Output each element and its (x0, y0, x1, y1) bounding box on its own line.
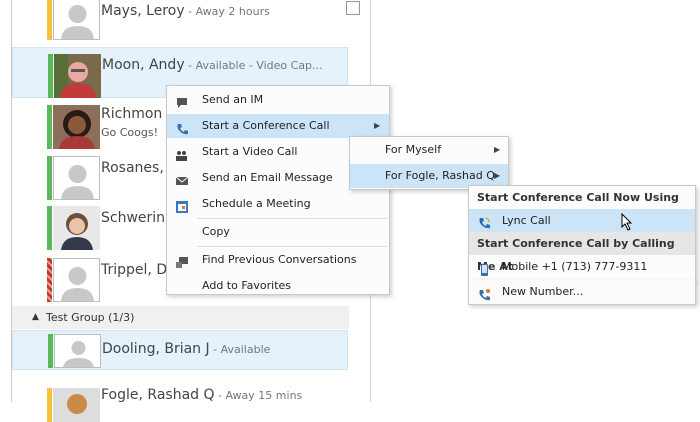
contact-context-menu: Send an IM Start a Conference Call ▶ Sta… (166, 85, 390, 295)
contact-name: Moon, Andy - Available - Video Cap... (102, 57, 323, 73)
contact-name: Trippel, D (101, 262, 168, 278)
presence-bar-away (47, 388, 52, 422)
contact-note: Go Coogs! (101, 126, 159, 139)
contact-name: Schwerin (101, 210, 166, 226)
phone-icon (176, 120, 188, 135)
menu-item-find-previous-conversations[interactable]: Find Previous Conversations (167, 248, 389, 272)
im-icon (176, 94, 188, 108)
menu-item-add-to-favorites[interactable]: Add to Favorites (167, 274, 389, 294)
contact-name: Dooling, Brian J - Available (102, 341, 271, 357)
contact-photo (54, 54, 101, 98)
contact-photo (53, 105, 100, 149)
contact-item-mays[interactable]: Mays, Leroy - Away 2 hours (12, 0, 360, 40)
history-icon (176, 254, 188, 268)
mobile-phone-icon (478, 261, 490, 276)
contact-photo (53, 388, 100, 422)
menu-item-start-conference-call[interactable]: Start a Conference Call ▶ (167, 114, 389, 138)
default-avatar-icon (54, 334, 101, 368)
presence-bar-available (47, 156, 52, 200)
call-method-submenu: Start Conference Call Now Using Lync Cal… (468, 185, 696, 282)
call-method-submenu-bottom: New Number... (468, 280, 696, 305)
contact-name: Richmon (101, 106, 163, 122)
submenu-header-calling-me-at: Start Conference Call by Calling Me At (469, 232, 695, 273)
menu-separator (197, 246, 387, 247)
contact-item-fogle[interactable]: Fogle, Rashad Q - Away 15 mins (12, 382, 348, 422)
video-people-icon (176, 146, 188, 161)
menu-item-copy[interactable]: Copy (167, 220, 389, 244)
new-number-phone-icon (478, 286, 490, 301)
contact-status: - Available - Video Cap... (184, 59, 323, 72)
contact-status: - Available (209, 343, 271, 356)
calendar-icon (176, 198, 188, 213)
contact-name: Fogle, Rashad Q - Away 15 mins (101, 387, 303, 403)
presence-bar-available (47, 206, 52, 250)
menu-item-send-im[interactable]: Send an IM (167, 88, 389, 112)
menu-separator (197, 218, 387, 219)
menu-item-schedule-meeting[interactable]: Schedule a Meeting (167, 192, 389, 216)
presence-bar-away (47, 0, 52, 40)
menu-item-mobile-number[interactable]: Mobile +1 (713) 777-9311 (469, 255, 695, 279)
group-header-test-group[interactable]: ▲ Test Group (1/3) (12, 306, 349, 329)
default-avatar-icon (53, 156, 100, 200)
favorite-checkbox[interactable] (346, 1, 360, 15)
presence-bar-available (48, 54, 53, 98)
triangle-down-icon[interactable]: ▲ (32, 306, 39, 329)
envelope-icon (175, 172, 189, 185)
menu-item-new-number[interactable]: New Number... (469, 280, 695, 304)
contact-photo (53, 206, 100, 250)
contact-status: - Away 15 mins (214, 389, 303, 402)
contact-item-dooling[interactable]: Dooling, Brian J - Available (12, 330, 348, 370)
chevron-right-icon: ▶ (374, 121, 381, 130)
chevron-right-icon: ▶ (494, 145, 501, 154)
contact-name: Rosanes, (101, 160, 164, 176)
presence-bar-available (47, 105, 52, 149)
lync-phone-icon (478, 214, 490, 229)
presence-bar-available (48, 334, 53, 368)
contact-status: - Away 2 hours (184, 5, 270, 18)
presence-bar-busy (47, 258, 52, 302)
default-avatar-icon (53, 0, 100, 40)
menu-item-lync-call[interactable]: Lync Call (469, 209, 695, 232)
conference-call-submenu: For Myself ▶ For Fogle, Rashad Q ▶ (349, 136, 509, 190)
group-label: Test Group (1/3) (46, 311, 135, 324)
contact-name: Mays, Leroy - Away 2 hours (101, 3, 270, 19)
submenu-header-now-using: Start Conference Call Now Using (477, 191, 679, 204)
menu-item-for-myself[interactable]: For Myself ▶ (350, 138, 508, 162)
default-avatar-icon (53, 258, 100, 302)
